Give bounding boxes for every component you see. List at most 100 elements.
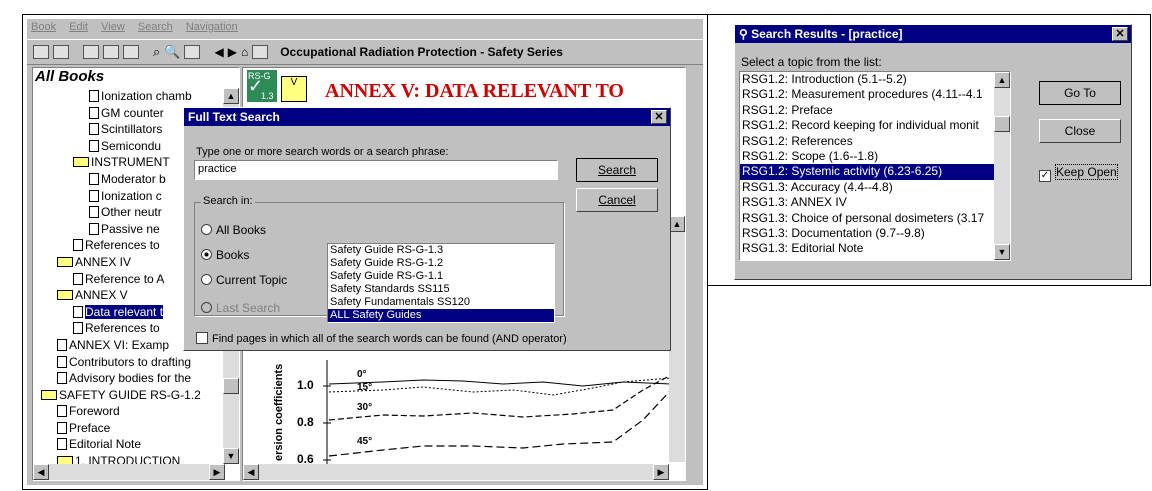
search-results-frame: ⚲ Search Results - [practice] ✕ Select a… — [707, 14, 1151, 286]
results-scroll-thumb[interactable] — [994, 116, 1010, 132]
document-icon — [89, 90, 99, 102]
toolbar: ⌕ 🔍 ◀ ▶ ⌂ Occupational Radiation Protect… — [27, 39, 703, 65]
radio-books-dot — [201, 249, 212, 260]
tree-item-label: Semicondu — [101, 138, 162, 153]
tree-item[interactable]: Editorial Note — [33, 436, 239, 453]
main-app-frame: Book Edit View Search Navigation ⌕ 🔍 ◀ ▶… — [22, 14, 708, 490]
book-badge: RS-G ✓ 1.3 — [247, 70, 277, 102]
home-icon[interactable]: ⌂ — [241, 45, 248, 59]
search-in-group: Search in: All Books Books Current Topic… — [194, 195, 564, 323]
books-list[interactable]: Safety Guide RS-G-1.3 Safety Guide RS-G-1… — [327, 243, 555, 323]
and-operator-checkbox[interactable]: Find pages in which all of the search wo… — [196, 332, 567, 345]
cancel-button[interactable]: Cancel — [576, 188, 658, 212]
scroll-thumb[interactable] — [223, 378, 239, 394]
result-list-item[interactable]: RSG1.3: Documentation (9.7--9.8) — [740, 226, 994, 241]
radio-current-topic[interactable]: Current Topic — [201, 273, 287, 287]
doc-heading: ANNEX V: DATA RELEVANT TO — [325, 80, 624, 102]
document-icon — [89, 189, 99, 202]
radio-last-dot — [201, 302, 212, 313]
tree-item[interactable]: Advisory bodies for the — [33, 370, 239, 387]
results-scroll-up-icon[interactable]: ▲ — [994, 72, 1010, 88]
scroll-up-icon[interactable]: ▲ — [223, 88, 239, 104]
menu-view[interactable]: View — [101, 21, 125, 33]
bookmark-icon[interactable] — [184, 45, 201, 59]
tree-item[interactable]: Foreword — [33, 403, 239, 420]
tree-item-label: ANNEX IV — [75, 254, 132, 269]
sr-close-icon[interactable]: ✕ — [1112, 27, 1128, 41]
document-icon — [89, 106, 99, 119]
menu-book[interactable]: Book — [31, 21, 56, 33]
scroll-left-icon[interactable]: ◀ — [33, 464, 49, 480]
fts-close-icon[interactable]: ✕ — [651, 110, 667, 124]
book-list-item[interactable]: Safety Fundamentals SS120 — [328, 296, 554, 309]
tree-item[interactable]: Ionization chamb — [33, 88, 239, 105]
radio-all-books[interactable]: All Books — [201, 223, 266, 237]
tree-item-label: SAFETY GUIDE RS-G-1.2 — [59, 387, 201, 402]
scroll-right-icon[interactable]: ▶ — [209, 464, 225, 480]
book-list-item[interactable]: Safety Guide RS-G-1.1 — [328, 270, 554, 283]
results-vscroll[interactable]: ▲ ▼ — [994, 72, 1010, 260]
doc-scroll-right-icon[interactable]: ▶ — [653, 464, 669, 480]
result-list-item[interactable]: RSG1.3: Accuracy (4.4--4.8) — [740, 180, 994, 195]
menu-navigation[interactable]: Navigation — [186, 21, 238, 33]
keep-open-box: ✓ — [1039, 170, 1051, 182]
doc-hscroll[interactable]: ◀ ▶ — [243, 464, 669, 480]
split-window-icon[interactable] — [103, 45, 119, 59]
result-list-item[interactable]: RSG1.3: Choice of personal dosimeters (3… — [740, 211, 994, 226]
tree-item[interactable]: Contributors to drafting — [33, 354, 239, 371]
book-list-item[interactable]: Safety Guide RS-G-1.2 — [328, 257, 554, 270]
fts-prompt: Type one or more search words or a searc… — [196, 146, 449, 158]
result-list-item[interactable]: RSG1.2: Systemic activity (6.23-6.25) — [740, 164, 994, 180]
right-bottom-area — [707, 285, 708, 490]
layout-icon[interactable] — [123, 45, 139, 59]
doc-scroll-up-icon[interactable]: ▲ — [669, 216, 685, 232]
book-list-item[interactable]: Safety Standards SS115 — [328, 283, 554, 296]
radio-books[interactable]: Books — [201, 248, 249, 262]
doc-vscroll[interactable]: ▲ — [669, 216, 685, 462]
print-icon[interactable] — [53, 45, 69, 59]
tree-item[interactable]: SAFETY GUIDE RS-G-1.2 — [33, 387, 239, 404]
result-list-item[interactable]: RSG1.2: Measurement procedures (4.11--4.… — [740, 87, 994, 102]
radio-all-dot — [201, 224, 212, 235]
tree-item[interactable]: Preface — [33, 420, 239, 437]
result-list-item[interactable]: RSG1.2: Introduction (5.1--5.2) — [740, 72, 994, 87]
keep-open-checkbox[interactable]: ✓ Keep Open — [1039, 164, 1118, 182]
window-icon[interactable] — [83, 45, 99, 59]
close-button[interactable]: Close — [1039, 119, 1121, 143]
book-list-item[interactable]: ALL Safety Guides — [328, 309, 554, 322]
result-list-item[interactable]: RSG1.2: References — [740, 134, 994, 149]
sr-search-icon: ⚲ — [739, 27, 748, 41]
menu-search[interactable]: Search — [138, 21, 173, 33]
search-button[interactable]: Search — [576, 158, 658, 182]
tree-item-label: Ionization chamb — [101, 89, 192, 103]
result-list-item[interactable]: RSG1.2: Preface — [740, 103, 994, 118]
contents-icon[interactable] — [252, 45, 269, 59]
back-icon[interactable]: ◀ — [214, 45, 223, 59]
result-list-item[interactable]: RSG1.3: Editorial Note — [740, 241, 994, 256]
book-list-item[interactable]: Safety Guide RS-G-1.3 — [328, 244, 554, 257]
tree-item-label: Reference to A — [85, 271, 165, 286]
result-list-item[interactable]: RSG1.2: Scope (1.6--1.8) — [740, 149, 994, 164]
binoculars-icon[interactable]: ⌕ — [153, 44, 160, 60]
results-list[interactable]: RSG1.2: Introduction (5.1--5.2) RSG1.2: M… — [739, 71, 1011, 261]
document-icon — [89, 222, 99, 235]
doc-scroll-left-icon[interactable]: ◀ — [243, 464, 259, 480]
copy-icon[interactable] — [33, 45, 49, 59]
results-scroll-down-icon[interactable]: ▼ — [994, 244, 1010, 260]
document-icon — [89, 206, 99, 219]
document-icon — [89, 139, 99, 152]
document-icon — [73, 305, 83, 318]
tree-hscroll[interactable]: ◀ ▶ — [33, 464, 225, 480]
menu-edit[interactable]: Edit — [69, 21, 88, 33]
goto-button[interactable]: Go To — [1039, 81, 1121, 105]
find-icon[interactable]: 🔍 — [164, 44, 180, 60]
radio-last-search: Last Search — [201, 301, 280, 315]
sr-titlebar: ⚲ Search Results - [practice] ✕ — [735, 25, 1131, 43]
scroll-down-icon[interactable]: ▼ — [223, 448, 239, 464]
result-list-item[interactable]: RSG1.2: Record keeping for individual mo… — [740, 118, 994, 133]
forward-icon[interactable]: ▶ — [228, 45, 237, 59]
result-list-item[interactable]: RSG1.3: ANNEX IV — [740, 195, 994, 210]
full-text-search-dialog: Full Text Search ✕ Type one or more sear… — [183, 107, 671, 351]
search-input[interactable]: practice — [194, 160, 558, 180]
tree-item-label: Preface — [69, 420, 111, 435]
